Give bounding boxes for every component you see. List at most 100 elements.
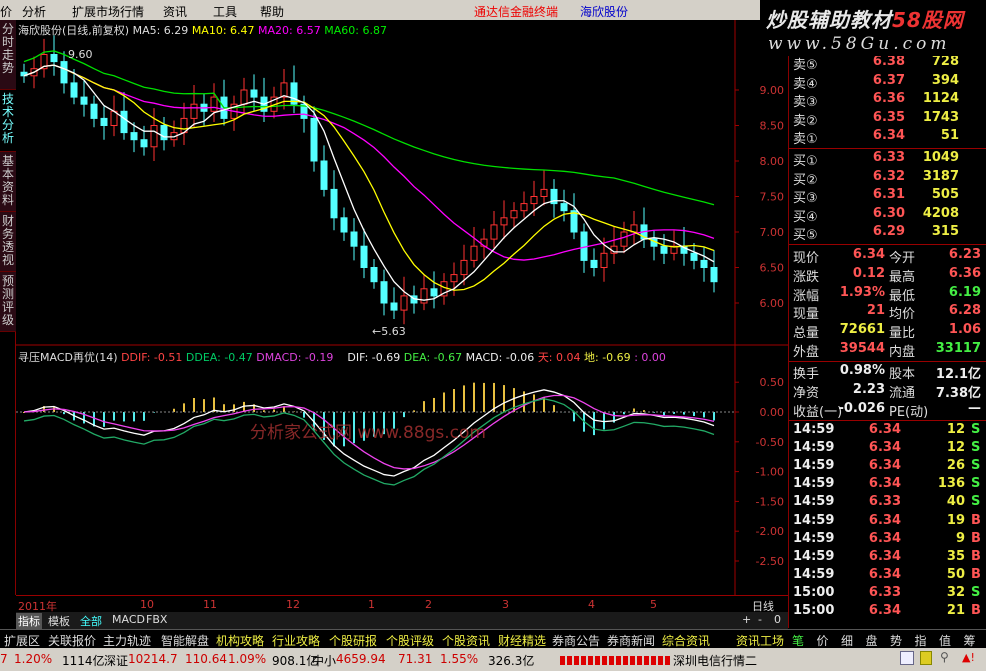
macd-legend: 寻压MACD再优(14) DDIF: -0.51 DDEA: -0.47 DMA… (18, 349, 666, 365)
func-button[interactable]: 券商新闻 (607, 632, 655, 649)
y-tick-label: 6.00 (760, 297, 785, 310)
right-tab[interactable]: 价 (817, 632, 829, 649)
sell-row: 卖⑤ 6.38 728 (789, 54, 986, 73)
stat-label: 内盘 (889, 345, 916, 360)
tick-volume: 21 (946, 603, 965, 618)
zoom-reset-button[interactable]: 0 (772, 613, 783, 626)
func-button[interactable]: 关联报价 (48, 632, 96, 649)
right-tab[interactable]: 值 (939, 632, 951, 649)
tick-side: B (971, 548, 981, 564)
candle-body (710, 267, 718, 283)
sell-level-label: 卖① (793, 132, 818, 148)
func-button[interactable]: 个股评级 (386, 632, 434, 649)
tick-side: B (971, 530, 981, 546)
macd-histogram-bar (223, 404, 225, 412)
tab-macd[interactable]: MACD (110, 613, 147, 626)
side-tab-technical[interactable]: 技术分析 (0, 90, 16, 152)
tick-side: S (971, 494, 981, 510)
side-tab-fundamentals[interactable]: 基本资料 (0, 152, 16, 212)
func-button[interactable]: 个股研报 (329, 632, 377, 649)
tick-time: 15:00 (793, 584, 835, 600)
macd-histogram-bar (423, 401, 425, 412)
right-tab[interactable]: 盘 (866, 632, 878, 649)
ma20-value: MA20: 6.57 (258, 24, 321, 37)
tick-row: 14:59 6.34 12 S (789, 422, 986, 440)
right-tab[interactable]: 势 (890, 632, 902, 649)
chart-area[interactable]: 9.00 8.50 8.00 7.50 7.00 6.50 6.00 0.50 0.00 -0.5… (16, 20, 788, 595)
stat-value: 6.23 (948, 247, 981, 262)
func-button[interactable]: 个股资讯 (442, 632, 490, 649)
tab-all[interactable]: 全部 (78, 613, 104, 629)
menu-item-tools[interactable]: 工具 (213, 3, 237, 20)
side-tab-financial[interactable]: 财务透视 (0, 212, 16, 272)
macd-histogram-bar (103, 412, 105, 427)
stat-row: 涨跌 0.12 最高 6.36 (789, 266, 986, 285)
indicator-tabs: 指标 模板 全部 MACD FBX + - 0 (16, 612, 788, 629)
func-button[interactable]: 智能解盘 (161, 632, 209, 649)
side-tab-intraday[interactable]: 分时走势 (0, 20, 16, 90)
date-label: 5 (650, 598, 657, 611)
watermark: 分析家公式网 www.88gs.com (250, 423, 486, 443)
right-tab[interactable]: 指 (915, 632, 927, 649)
site-logo: 炒股辅助教材58股网 www.58Gu.com (760, 0, 986, 56)
sell-volume: 728 (931, 54, 959, 69)
sell-price: 6.35 (872, 109, 905, 125)
candle-body (370, 267, 378, 283)
sell-volume: 51 (940, 128, 959, 144)
macd-histogram-bar (53, 407, 55, 412)
macd-histogram-bar (463, 385, 465, 412)
tick-price: 6.34 (868, 603, 901, 618)
zoom-in-button[interactable]: + (740, 613, 753, 626)
zoom-out-button[interactable]: - (756, 613, 764, 626)
tab-fbx[interactable]: FBX (144, 613, 169, 626)
right-tab[interactable]: 笔 (792, 632, 804, 649)
func-button[interactable]: 扩展区 (4, 632, 40, 649)
zx-name[interactable]: 中小 (312, 652, 336, 669)
menu-item-analysis[interactable]: 分析 (22, 3, 46, 20)
zx-value: 4659.94 (336, 652, 386, 666)
menu-item-price[interactable]: 价 (0, 3, 12, 20)
alert-icon[interactable]: ▲! (962, 651, 975, 664)
tab-indicator[interactable]: 指标 (16, 613, 42, 629)
candle-body (590, 259, 598, 268)
tick-volume: 40 (946, 494, 965, 510)
macd-histogram-bar (483, 382, 485, 412)
lock-icon[interactable] (920, 651, 932, 665)
tab-template[interactable]: 模板 (46, 613, 72, 629)
buy-price: 6.32 (872, 168, 905, 184)
right-tab[interactable]: 筹 (964, 632, 976, 649)
func-button[interactable]: 券商公告 (552, 632, 600, 649)
tick-row: 14:59 6.34 50 B (789, 567, 986, 585)
status-bar: 7 1.20% 1114亿 深证 10214.7 110.64 1.09% 90… (0, 648, 986, 671)
server-name[interactable]: 深圳电信行情二 (673, 652, 757, 669)
func-button[interactable]: 综合资讯 (662, 632, 710, 649)
macd-histogram-bar (473, 382, 475, 412)
candle-body (600, 252, 608, 269)
menu-item-ext-market[interactable]: 扩展市场行情 (72, 3, 144, 20)
y-tick-label: 9.00 (760, 84, 785, 97)
stat-label: 总量 (793, 326, 820, 342)
side-tab-forecast[interactable]: 预测评级 (0, 272, 16, 332)
right-tab[interactable]: 细 (841, 632, 853, 649)
tick-volume: 12 (946, 440, 965, 456)
tick-price: 6.34 (868, 476, 901, 492)
signal-icon: ⚲ (940, 650, 949, 664)
candle-body (50, 54, 58, 63)
sz-change: 110.64 (185, 652, 227, 666)
info-workshop-button[interactable]: 资讯工场 (736, 632, 784, 649)
ma5-line (23, 64, 715, 301)
func-button[interactable]: 行业攻略 (272, 632, 320, 649)
y-tick-label: 0.00 (760, 406, 785, 419)
func-button[interactable]: 机构攻略 (216, 632, 264, 649)
sz-name[interactable]: 深证 (104, 652, 128, 669)
macd-histogram-bar (663, 412, 665, 416)
func-button[interactable]: 财经精选 (498, 632, 546, 649)
candle-body (60, 61, 68, 84)
menu-item-help[interactable]: 帮助 (260, 3, 284, 20)
y-tick-label: -0.50 (756, 436, 784, 449)
menu-item-info[interactable]: 资讯 (163, 3, 187, 20)
mail-icon[interactable] (900, 651, 914, 665)
fund-row: 净资 2.23 流通 7.38亿 (789, 382, 986, 401)
func-button[interactable]: 主力轨迹 (103, 632, 151, 649)
stat-label: 最高 (889, 269, 916, 285)
